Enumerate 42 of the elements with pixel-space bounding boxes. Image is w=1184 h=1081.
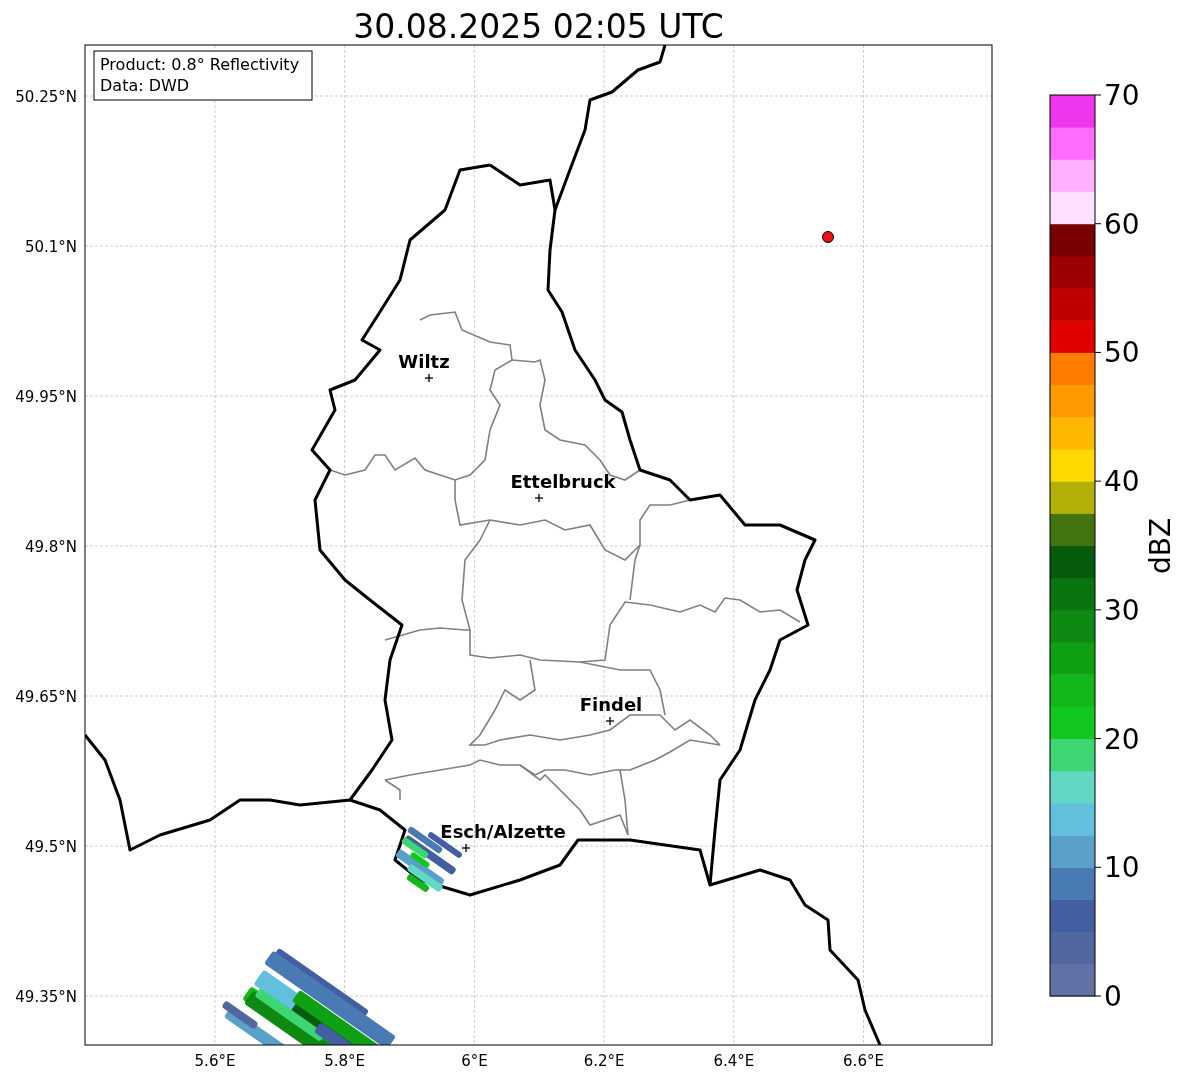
longitude-label: 5.8°E — [324, 1052, 366, 1070]
latitude-label: 49.95°N — [15, 388, 77, 406]
colorbar-tick-label: 20 — [1104, 722, 1140, 756]
latitude-label: 49.5°N — [24, 838, 77, 856]
city-label: Ettelbruck — [510, 471, 616, 492]
tick-mark — [1094, 866, 1102, 868]
tick-mark — [1094, 480, 1102, 482]
colorbar-tick-label: 0 — [1104, 980, 1122, 1013]
city-label: Wiltz — [398, 351, 450, 372]
latitude-label: 50.1°N — [24, 238, 77, 256]
longitude-label: 5.6°E — [194, 1052, 236, 1070]
tick-mark — [1094, 223, 1102, 225]
colorbar-tick-label: 10 — [1104, 851, 1140, 885]
latitude-label: 49.8°N — [24, 538, 77, 556]
city-marker-icon — [424, 373, 434, 383]
tick-mark — [1094, 94, 1102, 96]
colorbar-tick-label: 70 — [1104, 79, 1140, 112]
tick-mark — [1094, 738, 1102, 740]
city-marker-icon — [605, 716, 615, 726]
latitude-label: 50.25°N — [15, 88, 77, 106]
info-text: Data: DWD — [100, 76, 190, 95]
tick-mark — [1094, 609, 1102, 611]
info-text: Product: 0.8° Reflectivity — [100, 55, 300, 74]
city-label: Esch/Alzette — [440, 821, 566, 842]
city-marker-icon — [461, 843, 471, 853]
longitude-label: 6.2°E — [583, 1052, 625, 1070]
figure-title: 30.08.2025 02:05 UTC — [353, 7, 724, 46]
location-dot — [822, 231, 834, 243]
latitude-label: 49.35°N — [15, 988, 77, 1006]
longitude-label: 6.6°E — [843, 1052, 884, 1070]
latitude-label: 49.65°N — [15, 688, 77, 706]
colorbar-tick-label: 60 — [1104, 207, 1140, 241]
longitude-label: 6°E — [461, 1052, 488, 1070]
colorbar-tick-label: 40 — [1104, 465, 1140, 499]
colorbar-tick-label: 50 — [1104, 336, 1140, 370]
tick-mark — [1094, 351, 1102, 353]
city-label: Findel — [579, 694, 643, 715]
colorbar-tick-label: 30 — [1104, 593, 1140, 627]
city-marker-icon — [534, 493, 544, 503]
colorbar-label: dBZ — [1144, 517, 1177, 575]
tick-mark — [1094, 995, 1102, 997]
longitude-label: 6.4°E — [713, 1052, 755, 1070]
